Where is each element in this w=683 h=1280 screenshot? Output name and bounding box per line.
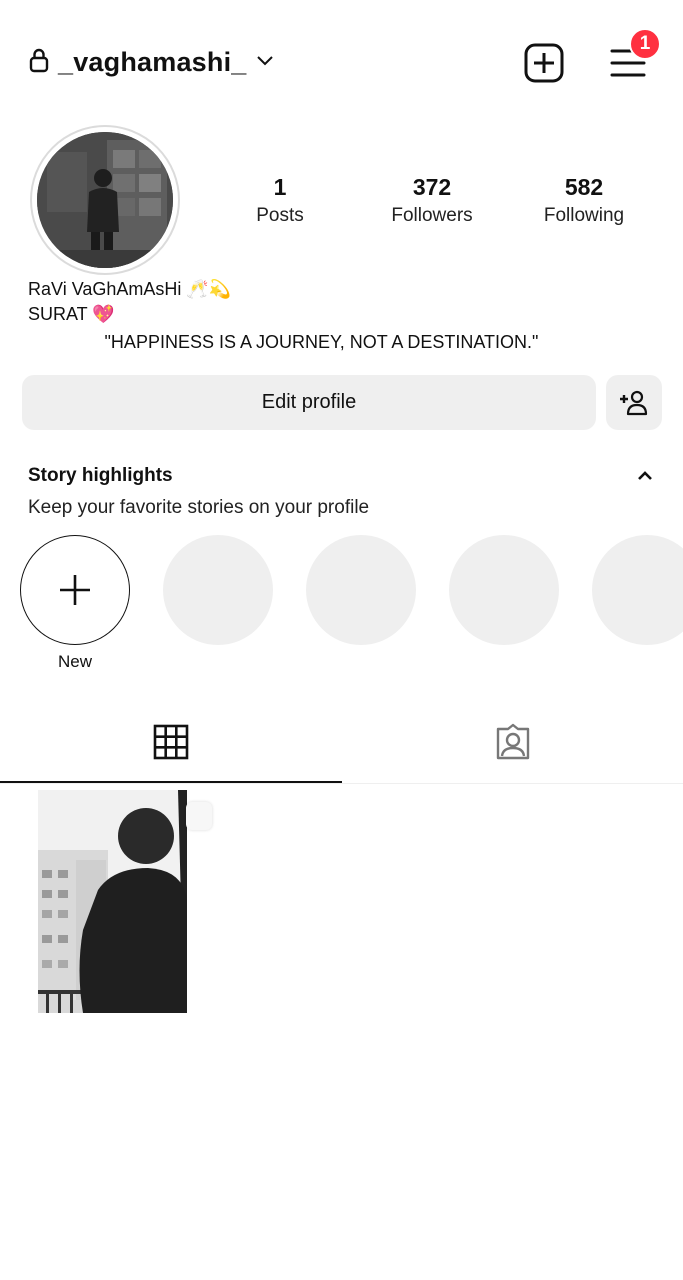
tab-divider bbox=[0, 783, 683, 784]
stat-value: 1 bbox=[273, 174, 287, 200]
stat-label: Following bbox=[543, 205, 625, 226]
profile-bio-quote: "HAPPINESS IS A JOURNEY, NOT A DESTINATI… bbox=[104, 332, 539, 352]
profile-display-name: RaVi VaGhAmAsHi 🥂💫 bbox=[28, 279, 232, 299]
add-user-icon bbox=[620, 390, 648, 415]
new-highlight-button[interactable] bbox=[20, 535, 130, 645]
account-switcher[interactable]: _vaghamashi_ bbox=[28, 42, 275, 82]
stat-value: 372 bbox=[412, 174, 452, 200]
chevron-down-icon bbox=[255, 53, 275, 72]
tagged-user-icon bbox=[496, 723, 529, 760]
plus-square-icon bbox=[524, 43, 564, 83]
stat-value: 582 bbox=[564, 174, 604, 200]
followers-count[interactable]: 372 Followers bbox=[362, 172, 502, 230]
notification-badge: 1 bbox=[629, 28, 661, 60]
avatar-image bbox=[37, 132, 173, 268]
posts-count[interactable]: 1 Posts bbox=[210, 172, 350, 230]
stat-label: Posts bbox=[256, 205, 304, 226]
post-thumbnail[interactable] bbox=[38, 790, 187, 1013]
discover-people-button[interactable] bbox=[606, 375, 662, 430]
collapse-highlights-button[interactable] bbox=[632, 463, 658, 489]
profile-city: SURAT 💖 bbox=[28, 304, 115, 324]
highlights-subtitle: Keep your favorite stories on your profi… bbox=[28, 497, 370, 518]
highlight-placeholder bbox=[306, 535, 416, 645]
lock-icon bbox=[28, 47, 50, 78]
active-tab-indicator bbox=[0, 781, 342, 783]
chevron-up-icon bbox=[638, 471, 652, 480]
new-highlight-label: New bbox=[57, 652, 92, 671]
edit-profile-button[interactable]: Edit profile bbox=[22, 375, 596, 430]
tab-posts-grid[interactable] bbox=[0, 700, 342, 784]
highlight-placeholder bbox=[592, 535, 683, 645]
tab-tagged[interactable] bbox=[342, 700, 683, 784]
post-type-badge bbox=[186, 802, 212, 830]
highlight-placeholder bbox=[163, 535, 273, 645]
username: _vaghamashi_ bbox=[58, 46, 247, 77]
plus-icon bbox=[60, 575, 90, 605]
grid-icon bbox=[153, 724, 189, 760]
following-count[interactable]: 582 Following bbox=[514, 172, 654, 230]
stat-label: Followers bbox=[391, 205, 473, 226]
highlights-title: Story highlights bbox=[28, 465, 173, 486]
create-post-button[interactable] bbox=[523, 42, 565, 84]
profile-avatar[interactable] bbox=[30, 125, 180, 275]
highlight-placeholder bbox=[449, 535, 559, 645]
